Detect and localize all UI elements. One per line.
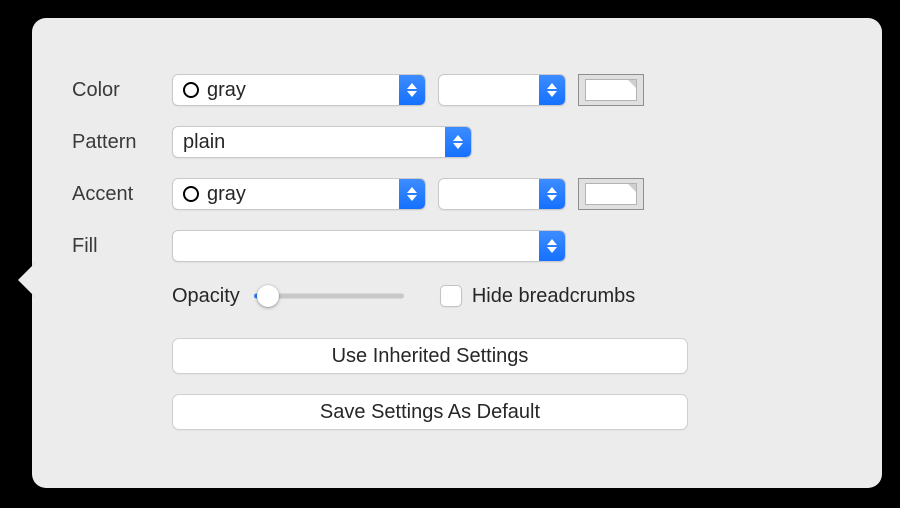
- accent-sub-select[interactable]: [438, 178, 566, 210]
- accent-main-select[interactable]: gray: [172, 178, 426, 210]
- circle-icon: [183, 82, 199, 98]
- opacity-slider[interactable]: [254, 282, 404, 310]
- circle-icon: [183, 186, 199, 202]
- slider-knob: [257, 285, 279, 307]
- checkbox-box: [440, 285, 462, 307]
- use-inherited-button[interactable]: Use Inherited Settings: [172, 338, 688, 374]
- fill-select[interactable]: [172, 230, 566, 262]
- save-default-button[interactable]: Save Settings As Default: [172, 394, 688, 430]
- opacity-row: Opacity Hide breadcrumbs: [172, 282, 842, 310]
- pattern-value: plain: [183, 131, 225, 154]
- accent-swatch[interactable]: [578, 178, 644, 210]
- color-controls: gray: [172, 74, 644, 106]
- accent-label: Accent: [72, 183, 172, 206]
- stepper-icon: [399, 74, 425, 106]
- stepper-icon: [539, 178, 565, 210]
- hide-breadcrumbs-label: Hide breadcrumbs: [472, 285, 635, 308]
- fill-label: Fill: [72, 235, 172, 258]
- pattern-row: Pattern plain: [72, 126, 842, 158]
- popover-arrow: [18, 262, 36, 298]
- swatch-inner: [585, 183, 637, 205]
- color-label: Color: [72, 79, 172, 102]
- color-swatch[interactable]: [578, 74, 644, 106]
- opacity-label: Opacity: [172, 285, 240, 308]
- accent-main-value: gray: [207, 183, 246, 206]
- accent-row: Accent gray: [72, 178, 842, 210]
- save-default-label: Save Settings As Default: [320, 401, 540, 424]
- use-inherited-label: Use Inherited Settings: [332, 345, 529, 368]
- stepper-icon: [399, 178, 425, 210]
- pattern-select[interactable]: plain: [172, 126, 472, 158]
- swatch-inner: [585, 79, 637, 101]
- color-row: Color gray: [72, 74, 842, 106]
- stepper-icon: [539, 230, 565, 262]
- color-sub-select[interactable]: [438, 74, 566, 106]
- settings-popover: Color gray: [32, 18, 882, 488]
- hide-breadcrumbs-checkbox[interactable]: Hide breadcrumbs: [440, 285, 635, 308]
- color-main-select[interactable]: gray: [172, 74, 426, 106]
- color-main-value: gray: [207, 79, 246, 102]
- stepper-icon: [539, 74, 565, 106]
- pattern-label: Pattern: [72, 131, 172, 154]
- content-area: Color gray: [32, 18, 882, 430]
- fill-row: Fill: [72, 230, 842, 262]
- stepper-icon: [445, 126, 471, 158]
